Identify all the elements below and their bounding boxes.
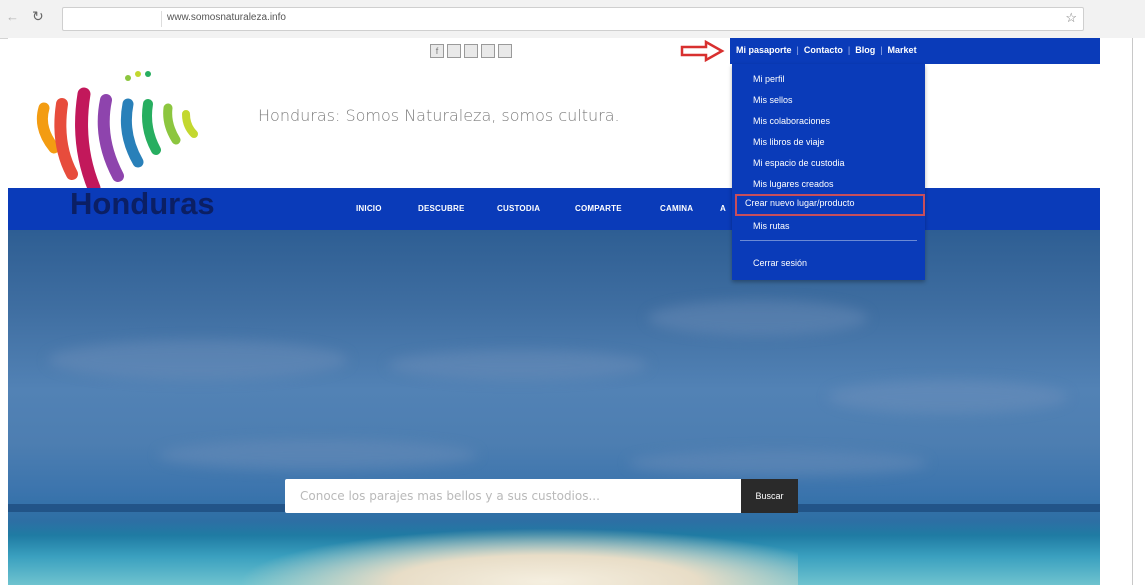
top-links: Mi pasaporte | Contacto | Blog | Market bbox=[736, 45, 917, 55]
red-arrow-icon bbox=[680, 40, 725, 62]
menu-item-mis-lugares-creados[interactable]: Mis lugares creados bbox=[753, 179, 834, 189]
menu-item-mis-sellos[interactable]: Mis sellos bbox=[753, 95, 793, 105]
top-link-market[interactable]: Market bbox=[888, 45, 917, 55]
cloud bbox=[828, 380, 1068, 414]
link-separator: | bbox=[847, 45, 851, 55]
logo-icon[interactable] bbox=[32, 64, 232, 200]
star-icon[interactable]: ☆ bbox=[1065, 10, 1077, 26]
hero-image bbox=[8, 230, 1100, 585]
facebook-icon[interactable]: f bbox=[430, 44, 444, 58]
menu-item-mis-colaboraciones[interactable]: Mis colaboraciones bbox=[753, 116, 830, 126]
menu-item-mi-perfil[interactable]: Mi perfil bbox=[753, 74, 785, 84]
logo-text-overlay: Honduras bbox=[70, 186, 215, 221]
pinterest-icon[interactable] bbox=[498, 44, 512, 58]
cloud bbox=[628, 450, 928, 476]
website: f Mi pasaporte | Contacto | Blog | Market Hond… bbox=[8, 38, 1100, 585]
menu-item-cerrar-sesion[interactable]: Cerrar sesión bbox=[753, 258, 807, 268]
address-divider bbox=[161, 11, 162, 27]
link-separator: | bbox=[796, 45, 799, 55]
reload-icon[interactable]: ↻ bbox=[32, 8, 44, 25]
site-tagline: Honduras: Somos Naturaleza, somos cultur… bbox=[258, 106, 620, 125]
browser-toolbar: ← ↻ www.somosnaturaleza.info ☆ bbox=[0, 0, 1145, 39]
user-dropdown-menu: Mi perfil Mis sellos Mis colaboraciones … bbox=[732, 64, 925, 280]
nav-item-camina[interactable]: CAMINA bbox=[660, 204, 693, 213]
menu-item-mi-espacio-de-custodia[interactable]: Mi espacio de custodia bbox=[753, 158, 845, 168]
search-input[interactable]: Conoce los parajes mas bellos y a sus cu… bbox=[285, 479, 741, 513]
top-link-mi-pasaporte[interactable]: Mi pasaporte bbox=[736, 45, 792, 55]
address-bar[interactable]: www.somosnaturaleza.info ☆ bbox=[62, 7, 1084, 31]
back-arrow-icon[interactable]: ← bbox=[6, 9, 19, 24]
cloud bbox=[648, 300, 868, 336]
url-text[interactable]: www.somosnaturaleza.info bbox=[167, 12, 286, 23]
menu-divider bbox=[740, 240, 917, 241]
nav-item-a[interactable]: A bbox=[720, 204, 726, 213]
social-icons: f bbox=[430, 44, 512, 58]
cloud bbox=[158, 440, 478, 470]
nav-item-descubre[interactable]: DESCUBRE bbox=[418, 204, 465, 213]
top-link-blog[interactable]: Blog bbox=[855, 45, 875, 55]
top-link-contacto[interactable]: Contacto bbox=[804, 45, 843, 55]
menu-item-crear-nuevo-lugar[interactable]: Crear nuevo lugar/producto bbox=[745, 198, 855, 208]
nav-item-comparte[interactable]: COMPARTE bbox=[575, 204, 622, 213]
cloud bbox=[388, 350, 648, 380]
page-margin bbox=[1100, 38, 1145, 585]
nav-item-inicio[interactable]: INICIO bbox=[356, 204, 382, 213]
sand-beach bbox=[238, 528, 798, 585]
search-button[interactable]: Buscar bbox=[741, 479, 798, 513]
link-separator: | bbox=[880, 45, 883, 55]
menu-item-mis-rutas[interactable]: Mis rutas bbox=[753, 221, 790, 231]
search-placeholder: Conoce los parajes mas bellos y a sus cu… bbox=[300, 489, 600, 503]
cloud bbox=[48, 340, 348, 380]
youtube-icon[interactable] bbox=[481, 44, 495, 58]
instagram-icon[interactable] bbox=[464, 44, 478, 58]
menu-item-mis-libros-de-viaje[interactable]: Mis libros de viaje bbox=[753, 137, 825, 147]
twitter-icon[interactable] bbox=[447, 44, 461, 58]
nav-item-custodia[interactable]: CUSTODIA bbox=[497, 204, 540, 213]
